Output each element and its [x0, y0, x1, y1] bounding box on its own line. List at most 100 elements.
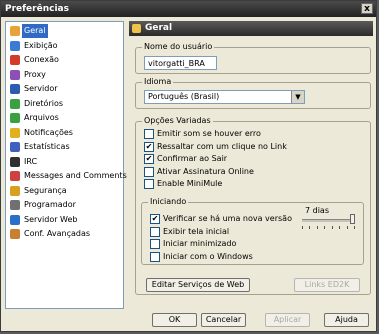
- sidebar-item-arquivos[interactable]: Arquivos: [8, 111, 122, 125]
- startup-label: Iniciando: [148, 197, 189, 206]
- checkbox-box[interactable]: [150, 251, 160, 262]
- sidebar-item-proxy[interactable]: Proxy: [8, 68, 122, 82]
- sidebar-item-programador[interactable]: Programador: [8, 198, 122, 212]
- checkbox-label: Confirmar ao Sair: [157, 154, 228, 163]
- display-icon: [10, 40, 20, 51]
- checkbox-label: Enable MiniMule: [157, 179, 223, 188]
- checkbox-label: Exibir tela inicial: [163, 226, 230, 236]
- proxy-icon: [10, 69, 20, 80]
- slider-tick: [309, 226, 311, 229]
- sidebar-item-label: Servidor: [24, 84, 58, 93]
- apply-button[interactable]: Aplicar: [265, 313, 310, 327]
- slider-tick: [354, 226, 355, 229]
- server-icon: [10, 84, 20, 94]
- sidebar-item-seguran-a[interactable]: Segurança: [8, 184, 122, 198]
- ed2k-links-button[interactable]: Links ED2K: [294, 278, 360, 292]
- sidebar-item-label: Geral: [22, 24, 48, 38]
- sidebar-item-label: Programador: [24, 200, 76, 209]
- folder-icon: [10, 98, 20, 109]
- checkbox-label: Ressaltar com um clique no Link: [157, 141, 287, 151]
- edit-web-services-button[interactable]: Editar Serviços de Web: [146, 278, 250, 292]
- days-slider-handle[interactable]: [350, 214, 355, 224]
- connection-icon: [10, 55, 20, 65]
- slider-tick: [346, 226, 348, 229]
- options-group: Opções Variadas Emitir som se houver err…: [135, 116, 371, 295]
- checkbox-label: Ativar Assinatura Online: [157, 166, 254, 176]
- webserver-icon: [10, 214, 20, 225]
- category-list: Geral Exibição Conexão Proxy Servidor Diretór…: [5, 21, 127, 309]
- language-label: Idioma: [142, 77, 174, 86]
- statistics-icon: [10, 142, 20, 152]
- slider-tick: [302, 226, 303, 229]
- general-icon: [10, 26, 20, 36]
- sidebar-item-label: Arquivos: [24, 113, 59, 122]
- language-group: Idioma Português (Brasil) ▼: [135, 77, 371, 109]
- days-slider-track[interactable]: [302, 219, 354, 222]
- sidebar-item-diret-rios[interactable]: Diretórios: [8, 97, 122, 111]
- ok-button[interactable]: OK: [152, 313, 197, 327]
- close-button[interactable]: x: [361, 3, 373, 14]
- sidebar-item-servidor[interactable]: Servidor: [8, 82, 122, 96]
- username-field[interactable]: vitorgatti_BRA: [144, 56, 217, 70]
- sidebar-item-estat-sticas[interactable]: Estatísticas: [8, 140, 122, 154]
- slider-tick: [339, 226, 341, 229]
- username-group: Nome do usuário vitorgatti_BRA: [135, 42, 371, 74]
- notification-icon: [10, 127, 20, 138]
- sidebar-item-label: Servidor Web: [24, 214, 78, 224]
- preferences-window: Preferências x Geral Exibição Conexão Proxy…: [0, 0, 377, 332]
- sidebar-item-messages-and-comments[interactable]: Messages and Comments: [8, 169, 127, 183]
- sidebar-item-conf-avan-adas[interactable]: Conf. Avançadas: [8, 227, 122, 241]
- checkbox-box[interactable]: [144, 166, 154, 177]
- checkbox-label: Iniciar minimizado: [163, 239, 237, 248]
- sidebar-item-notifica-es[interactable]: Notificações: [8, 126, 122, 140]
- language-select[interactable]: Português (Brasil) ▼: [144, 90, 305, 104]
- sidebar-item-label: Conf. Avançadas: [24, 229, 91, 238]
- sidebar-item-label: Proxy: [24, 69, 46, 79]
- language-value: Português (Brasil): [148, 92, 220, 101]
- slider-tick: [331, 226, 333, 229]
- checkbox-box[interactable]: [144, 179, 154, 189]
- chevron-down-icon[interactable]: ▼: [291, 91, 304, 103]
- files-icon: [10, 113, 20, 123]
- sidebar-item-label: IRC: [24, 156, 38, 166]
- sidebar-item-label: Estatísticas: [24, 142, 70, 151]
- check-icon[interactable]: ✔: [144, 154, 154, 164]
- sidebar-item-label: Segurança: [24, 185, 67, 195]
- sidebar-item-irc[interactable]: IRC: [8, 155, 122, 169]
- panel-header: Geral: [129, 21, 373, 36]
- scheduler-icon: [10, 200, 20, 210]
- general-icon: [132, 24, 141, 33]
- security-icon: [10, 185, 20, 196]
- sidebar-item-label: Conexão: [24, 55, 59, 64]
- messages-icon: [10, 171, 20, 181]
- checkbox-label: Emitir som se houver erro: [157, 129, 261, 138]
- sidebar-item-label: Notificações: [24, 127, 73, 137]
- checkbox-label: Iniciar com o Windows: [163, 251, 253, 261]
- sidebar-item-label: Exibição: [24, 40, 58, 50]
- sidebar-item-label: Diretórios: [24, 98, 64, 108]
- sidebar-item-geral[interactable]: Geral: [8, 24, 122, 38]
- check-icon[interactable]: ✔: [144, 141, 154, 152]
- sidebar-item-exibi-o[interactable]: Exibição: [8, 39, 122, 53]
- help-button[interactable]: Ajuda: [324, 313, 369, 327]
- window-title: Preferências: [5, 4, 69, 14]
- days-label: 7 dias: [305, 206, 330, 215]
- options-label: Opções Variadas: [142, 116, 213, 125]
- checkbox-box[interactable]: [150, 226, 160, 237]
- slider-tick: [324, 226, 326, 229]
- slider-tick: [316, 226, 318, 229]
- sidebar-item-conex-o[interactable]: Conexão: [8, 53, 122, 67]
- checkbox-label: Verificar se há uma nova versão: [163, 214, 292, 223]
- sidebar-item-label: Messages and Comments: [24, 171, 127, 180]
- startup-group: Iniciando 7 dias ✔ Verificar se há uma no…: [141, 197, 364, 265]
- panel-title: Geral: [145, 23, 173, 33]
- title-bar: Preferências x: [1, 1, 376, 17]
- checkbox-box[interactable]: [150, 239, 160, 249]
- cancel-button[interactable]: Cancelar: [201, 313, 246, 327]
- irc-icon: [10, 156, 20, 167]
- username-label: Nome do usuário: [142, 42, 215, 51]
- check-icon[interactable]: ✔: [150, 214, 160, 224]
- checkbox-box[interactable]: [144, 129, 154, 139]
- sidebar-item-servidor-web[interactable]: Servidor Web: [8, 213, 122, 227]
- advanced-icon: [10, 229, 20, 239]
